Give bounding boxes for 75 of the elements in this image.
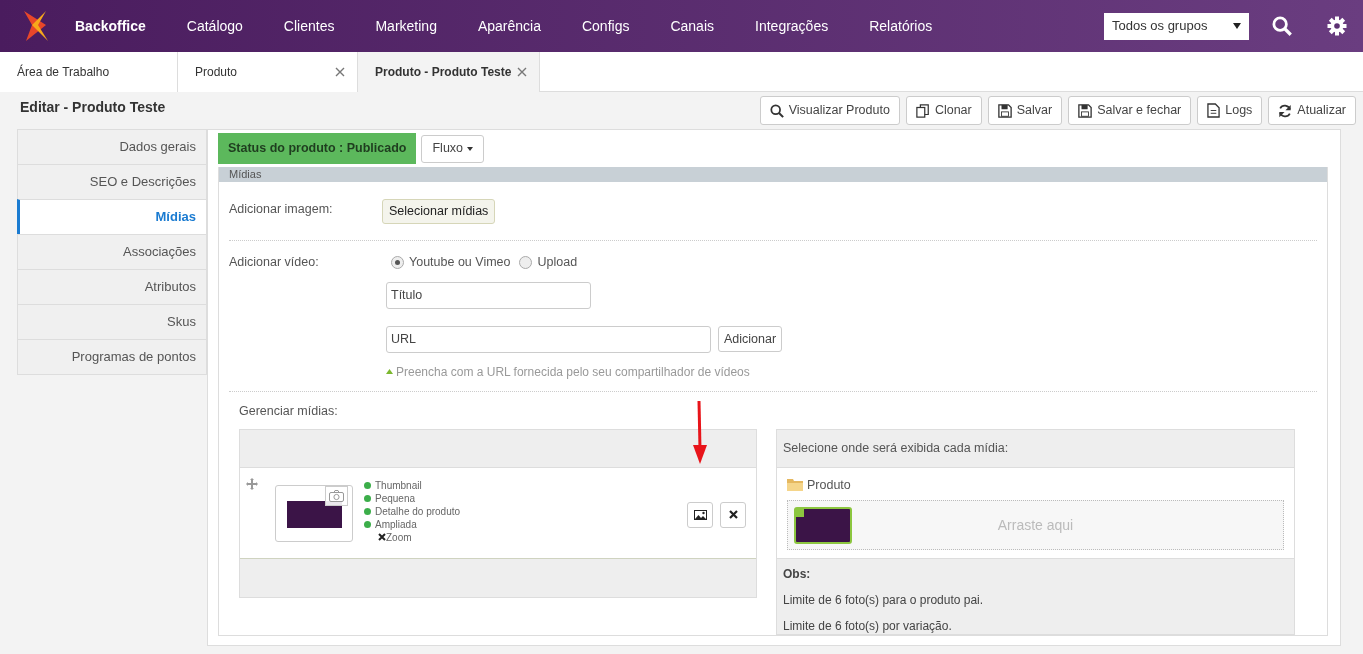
camera-icon[interactable]: [325, 485, 348, 506]
format-label: Ampliada: [375, 517, 417, 531]
group-select[interactable]: Todos os grupos: [1104, 12, 1249, 40]
field-label: Gerenciar mídias:: [239, 402, 339, 420]
nav-link[interactable]: Relatórios: [869, 15, 933, 37]
nav-link[interactable]: Configs: [581, 15, 630, 37]
sidebar-item[interactable]: Programas de pontos: [17, 339, 207, 375]
format-label: Zoom: [386, 530, 412, 544]
radio-button[interactable]: [391, 255, 404, 269]
toolbar-button[interactable]: Salvar: [987, 96, 1063, 125]
nav-link[interactable]: Backoffice: [75, 15, 146, 37]
hint-text: Preencha com a URL fornecida pelo seu compartilhador de vídeos: [396, 363, 750, 381]
note-text: Limite de 6 foto(s) por variação.: [783, 619, 953, 635]
radio-label: Youtube ou Vimeo: [409, 254, 511, 271]
toolbar-button[interactable]: Visualizar Produto: [759, 96, 900, 125]
nav-link[interactable]: Aparência: [477, 15, 541, 37]
copy-icon: [915, 103, 930, 118]
tab[interactable]: Produto - Produto Teste: [358, 52, 540, 92]
toolbar-button[interactable]: Clonar: [905, 96, 982, 125]
panel-header: Selecione onde será exibida cada mídia:: [782, 439, 1010, 457]
save-icon: [1078, 103, 1093, 118]
image-preview: [287, 500, 342, 528]
close-icon[interactable]: [517, 67, 527, 77]
tab[interactable]: Área de Trabalho: [0, 52, 178, 92]
field-label: Adicionar vídeo:: [229, 254, 320, 271]
file-icon: [1207, 103, 1221, 118]
remove-button[interactable]: [720, 501, 746, 528]
close-icon: [728, 510, 738, 519]
sidebar-item[interactable]: Mídias: [17, 199, 207, 235]
note-text: Limite de 6 foto(s) para o produto pai.: [783, 593, 985, 609]
nav-link[interactable]: Catálogo: [186, 15, 243, 37]
folder-label: Produto: [807, 476, 851, 494]
flow-dropdown-button[interactable]: Fluxo: [421, 134, 485, 163]
title-field[interactable]: Título: [386, 281, 591, 309]
dropdown-caret-icon: [1233, 23, 1241, 29]
nav-link[interactable]: Marketing: [375, 15, 437, 37]
radio-button[interactable]: [519, 255, 533, 269]
save-icon: [997, 103, 1012, 118]
media-thumbnail[interactable]: [794, 507, 852, 545]
status-badge: Status do produto : Publicado: [218, 133, 417, 164]
notes-title: Obs:: [783, 567, 812, 583]
sidebar-item[interactable]: Associações: [17, 234, 207, 270]
select-media-button[interactable]: Selecionar mídias: [382, 198, 496, 224]
drag-handle-icon[interactable]: [246, 477, 258, 490]
radio-label: Upload: [537, 254, 578, 271]
sidebar-item[interactable]: Dados gerais: [17, 129, 207, 165]
toolbar-button[interactable]: Atualizar: [1268, 96, 1356, 125]
close-icon[interactable]: [335, 67, 345, 77]
url-field[interactable]: URL: [386, 325, 711, 353]
format-label: Pequena: [375, 491, 416, 505]
caret-icon: [467, 146, 474, 151]
page-title: Editar - Produto Teste: [20, 98, 166, 117]
toolbar-button[interactable]: Salvar e fechar: [1068, 96, 1192, 125]
tab[interactable]: Produto: [178, 52, 358, 92]
sidebar-item[interactable]: Skus: [17, 304, 207, 340]
image-icon: [693, 509, 707, 520]
nav-link[interactable]: Canais: [670, 15, 715, 37]
caret-up-icon: [386, 369, 393, 375]
field-label: Adicionar imagem:: [229, 200, 334, 218]
nav-link[interactable]: Clientes: [283, 15, 335, 37]
add-button[interactable]: Adicionar: [718, 326, 783, 353]
section-header: Mídias: [219, 167, 1327, 182]
sidebar-item[interactable]: Atributos: [17, 269, 207, 305]
search-icon: [769, 103, 784, 118]
format-label: Detalhe do produto: [375, 504, 461, 518]
folder-icon: [787, 478, 803, 492]
sidebar-item[interactable]: SEO e Descrições: [17, 164, 207, 200]
search-icon[interactable]: [1272, 16, 1292, 36]
annotation-arrow: [692, 400, 708, 465]
image-button[interactable]: [687, 501, 713, 528]
settings-icon[interactable]: [1327, 16, 1347, 36]
refresh-icon: [1278, 103, 1293, 118]
nav-link[interactable]: Integrações: [755, 15, 829, 37]
toolbar-button[interactable]: Logs: [1197, 96, 1263, 125]
format-label: Thumbnail: [375, 478, 422, 492]
